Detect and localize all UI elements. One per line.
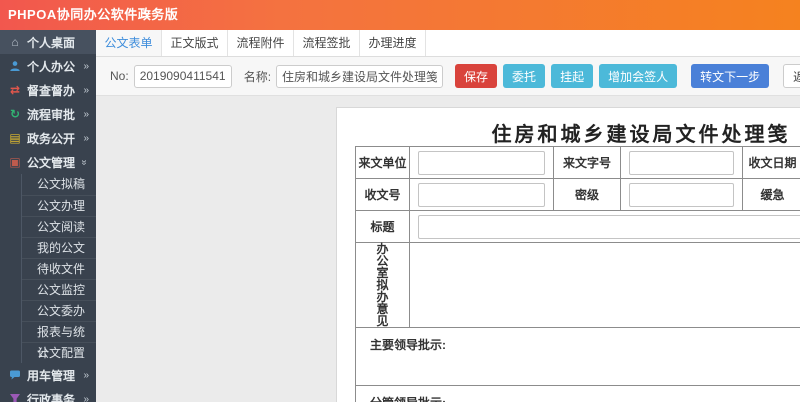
subject-input[interactable]	[418, 214, 800, 239]
sidebar: ⌂ 个人桌面 个人办公 » ⇄ 督查督办 » ↻ 流程审批 » ▤ 政务公开 »…	[0, 30, 96, 402]
funnel-icon	[7, 393, 23, 402]
sidebar-subitem-document-configuration[interactable]: 公文配置	[22, 342, 96, 363]
document-form-table: 来文单位 来文字号 收文日期 收文号 密级 缓急 标题 办公室拟办意见 主要领导…	[355, 146, 800, 402]
add-countersigner-button[interactable]: 增加会签人	[599, 64, 678, 88]
sidebar-item-gov-disclosure[interactable]: ▤ 政务公开 »	[0, 126, 96, 150]
urgency-label: 缓急	[742, 178, 800, 211]
table-row: 分管领导批示:	[355, 385, 800, 402]
app-title: PHPOA协同办公软件政务版	[8, 7, 179, 22]
document-toolbar: No: 名称: 保存 委托 挂起 增加会签人 转文下一步 返回	[96, 57, 800, 96]
document-title: 住房和城乡建设局文件处理笺	[491, 124, 791, 146]
receive-no-label: 收文号	[355, 178, 410, 211]
calendar-icon: ▤	[9, 131, 21, 145]
incoming-unit-label: 来文单位	[355, 146, 410, 179]
chevron-right-icon: »	[83, 108, 89, 120]
sidebar-item-label: 个人办公	[27, 59, 76, 74]
sidebar-item-vehicle-management[interactable]: 用车管理 »	[0, 363, 96, 387]
secrecy-level-label: 密级	[553, 178, 621, 211]
chevron-right-icon: »	[83, 393, 89, 402]
sidebar-item-label: 流程审批	[27, 107, 76, 122]
name-label: 名称:	[243, 69, 272, 84]
table-row: 办公室拟办意见	[355, 242, 800, 328]
tab-bar: 公文表单 正文版式 流程附件 流程签批 办理进度	[96, 30, 800, 57]
sidebar-item-supervision[interactable]: ⇄ 督查督办 »	[0, 78, 96, 102]
back-button[interactable]: 返回	[783, 64, 800, 88]
car-icon	[7, 369, 23, 382]
sidebar-subitem-pending-files[interactable]: 待收文件	[22, 258, 96, 279]
document-no-input[interactable]	[133, 64, 232, 88]
suspend-button[interactable]: 挂起	[551, 64, 594, 88]
document-paper: 住房和城乡建设局文件处理笺 来文单位 来文字号 收文日期 收文号 密级 缓急 标…	[336, 107, 800, 402]
sidebar-item-label: 政务公开	[27, 131, 76, 146]
incoming-unit-input[interactable]	[418, 150, 545, 175]
sidebar-item-label: 用车管理	[27, 368, 76, 383]
chevron-right-icon: »	[83, 132, 89, 144]
shuffle-icon: ⇄	[9, 83, 21, 97]
sidebar-subitem-document-delegation[interactable]: 公文委办	[22, 300, 96, 321]
table-row: 收文号 密级 缓急	[355, 178, 800, 211]
secrecy-level-input[interactable]	[629, 182, 734, 207]
hamburger-menu-icon[interactable]: ≡	[142, 0, 151, 30]
incoming-ref-no-input[interactable]	[629, 150, 734, 175]
receive-date-label: 收文日期	[742, 146, 800, 179]
document-name-input[interactable]	[276, 64, 444, 88]
home-icon: ⌂	[11, 35, 19, 49]
tab-processing-progress[interactable]: 办理进度	[360, 30, 426, 56]
sidebar-subitem-reports-statistics[interactable]: 报表与统计	[22, 321, 96, 360]
subject-label: 标题	[355, 210, 410, 243]
sidebar-subitem-document-monitoring[interactable]: 公文监控	[22, 279, 96, 300]
folder-icon: ▣	[9, 155, 21, 169]
no-label: No:	[110, 69, 129, 83]
table-row: 来文单位 来文字号 收文日期	[355, 146, 800, 179]
user-icon	[7, 60, 23, 73]
deputy-leader-comment-cell[interactable]: 分管领导批示:	[355, 385, 800, 402]
sidebar-item-document-management[interactable]: ▣ 公文管理 »	[0, 150, 96, 174]
table-row: 标题	[355, 210, 800, 243]
sidebar-subitem-document-reading[interactable]: 公文阅读	[22, 216, 96, 237]
delegate-button[interactable]: 委托	[503, 64, 546, 88]
chevron-right-icon: »	[83, 84, 89, 96]
main-leader-comment-cell[interactable]: 主要领导批示:	[355, 327, 800, 386]
sidebar-submenu-document-management: 公文拟稿 公文办理 公文阅读 我的公文 待收文件 公文监控 公文委办 报表与统计…	[21, 174, 96, 363]
sidebar-item-label: 公文管理	[27, 155, 76, 170]
sidebar-item-personal-office[interactable]: 个人办公 »	[0, 54, 96, 78]
sidebar-item-personal-desktop[interactable]: ⌂ 个人桌面	[0, 30, 96, 54]
incoming-ref-no-label: 来文字号	[553, 146, 621, 179]
sidebar-item-label: 个人桌面	[27, 35, 76, 50]
chevron-right-icon: »	[83, 60, 89, 72]
sidebar-subitem-document-handling[interactable]: 公文办理	[22, 195, 96, 216]
refresh-icon: ↻	[9, 107, 21, 121]
table-row: 主要领导批示:	[355, 327, 800, 386]
sidebar-item-administrative-affairs[interactable]: 行政事务 »	[0, 387, 96, 402]
app-header: PHPOA协同办公软件政务版 ≡	[0, 0, 800, 30]
sidebar-subitem-document-drafting[interactable]: 公文拟稿	[22, 174, 96, 195]
tab-workflow-attachments[interactable]: 流程附件	[228, 30, 294, 56]
save-button[interactable]: 保存	[455, 64, 498, 88]
receive-no-input[interactable]	[418, 182, 545, 207]
office-opinion-cell[interactable]	[409, 242, 800, 328]
sidebar-subitem-my-documents[interactable]: 我的公文	[22, 237, 96, 258]
tab-document-form[interactable]: 公文表单	[96, 30, 162, 56]
sidebar-item-label: 行政事务	[27, 392, 76, 402]
main-content: 住房和城乡建设局文件处理笺 来文单位 来文字号 收文日期 收文号 密级 缓急 标…	[96, 96, 800, 402]
office-opinion-label: 办公室拟办意见	[376, 242, 389, 328]
sidebar-item-workflow-approval[interactable]: ↻ 流程审批 »	[0, 102, 96, 126]
tab-body-layout[interactable]: 正文版式	[162, 30, 228, 56]
forward-next-step-button[interactable]: 转文下一步	[691, 64, 770, 88]
tab-workflow-signoff[interactable]: 流程签批	[294, 30, 360, 56]
sidebar-item-label: 督查督办	[27, 83, 76, 98]
chevron-right-icon: »	[83, 369, 89, 381]
chevron-down-icon: »	[78, 159, 90, 165]
